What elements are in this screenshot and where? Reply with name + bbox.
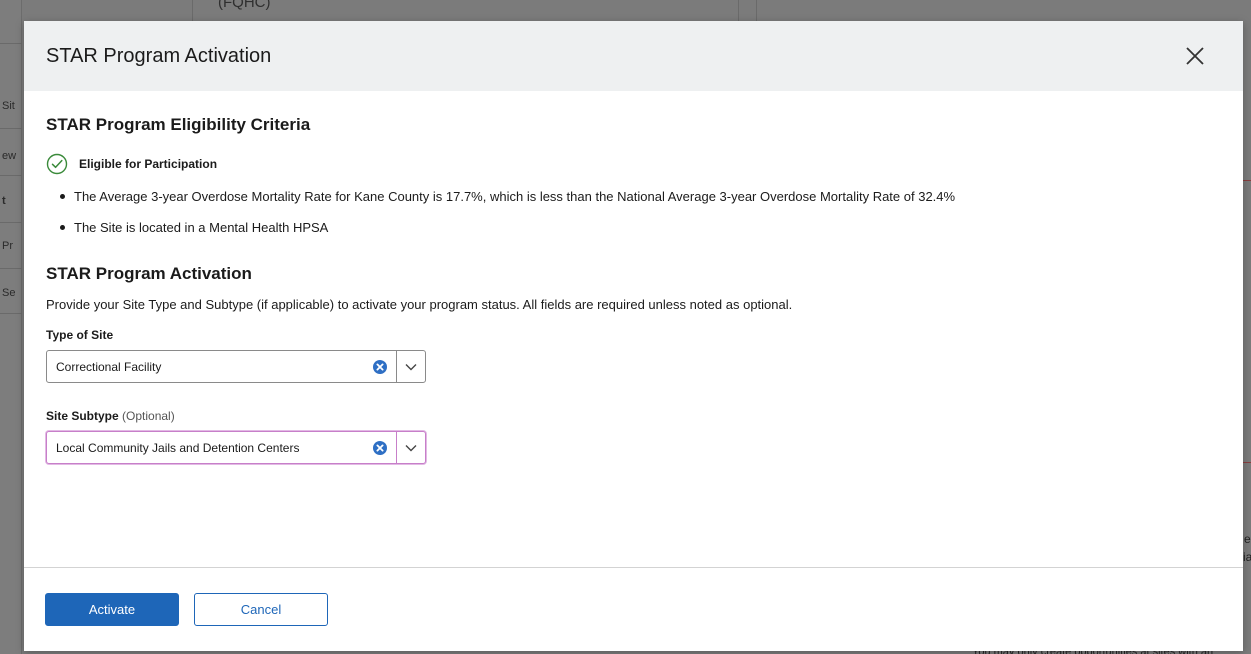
cancel-button[interactable]: Cancel <box>194 593 328 626</box>
clear-icon[interactable] <box>373 359 387 374</box>
site-type-value: Correctional Facility <box>56 359 162 374</box>
optional-tag: (Optional) <box>122 409 175 423</box>
site-subtype-value: Local Community Jails and Detention Cent… <box>56 440 300 455</box>
eligibility-heading: STAR Program Eligibility Criteria <box>46 115 311 134</box>
site-subtype-dropdown-toggle[interactable] <box>397 432 425 463</box>
site-subtype-label: Site Subtype (Optional) <box>46 409 1221 423</box>
modal-body: STAR Program Eligibility Criteria Eligib… <box>24 115 1243 464</box>
background-divider <box>0 43 22 44</box>
activation-heading: STAR Program Activation <box>46 264 252 283</box>
background-fragment: e <box>1244 532 1251 546</box>
background-left-column: Sit ew t Pr Se <box>0 0 22 654</box>
eligibility-status: Eligible for Participation <box>46 153 1221 175</box>
activate-button[interactable]: Activate <box>45 593 179 626</box>
modal-title: STAR Program Activation <box>46 44 272 67</box>
background-divider <box>0 268 22 269</box>
clear-icon[interactable] <box>373 440 387 455</box>
close-button[interactable] <box>1181 42 1209 70</box>
chevron-down-icon <box>405 363 417 370</box>
site-subtype-label-text: Site Subtype <box>46 409 119 423</box>
eligibility-status-label: Eligible for Participation <box>79 157 218 171</box>
star-activation-modal: STAR Program Activation STAR Program Eli… <box>24 21 1243 651</box>
modal-header: STAR Program Activation <box>24 21 1243 91</box>
criteria-item: The Site is located in a Mental Health H… <box>60 219 1221 236</box>
close-icon <box>1186 47 1204 65</box>
background-divider <box>0 128 22 129</box>
site-type-select[interactable]: Correctional Facility <box>46 350 426 383</box>
check-circle-icon <box>46 153 68 175</box>
background-divider <box>0 175 22 176</box>
background-fragment: Pr <box>2 240 13 252</box>
background-accent-line <box>1243 180 1251 181</box>
background-fragment: Se <box>2 287 16 299</box>
background-top-text: (FQHC) <box>218 0 271 11</box>
site-type-label-text: Type of Site <box>46 328 114 342</box>
site-type-label: Type of Site <box>46 328 1221 342</box>
background-fragment: ia <box>1243 550 1251 564</box>
site-subtype-select[interactable]: Local Community Jails and Detention Cent… <box>46 431 426 464</box>
background-divider <box>0 313 22 314</box>
background-divider <box>0 222 22 223</box>
criteria-list: The Average 3-year Overdose Mortality Ra… <box>46 188 1221 236</box>
background-fragment: ew <box>2 150 17 162</box>
background-divider <box>192 0 193 21</box>
background-divider <box>738 0 739 21</box>
site-type-dropdown-toggle[interactable] <box>397 351 425 382</box>
chevron-down-icon <box>405 444 417 451</box>
background-fragment: t <box>2 195 6 207</box>
activation-instructions: Provide your Site Type and Subtype (if a… <box>46 297 793 312</box>
modal-footer: Activate Cancel <box>24 567 1243 651</box>
background-fragment: Sit <box>2 100 15 112</box>
criteria-item: The Average 3-year Overdose Mortality Ra… <box>60 188 1221 205</box>
background-accent-line <box>1243 462 1251 463</box>
background-divider <box>756 0 757 21</box>
